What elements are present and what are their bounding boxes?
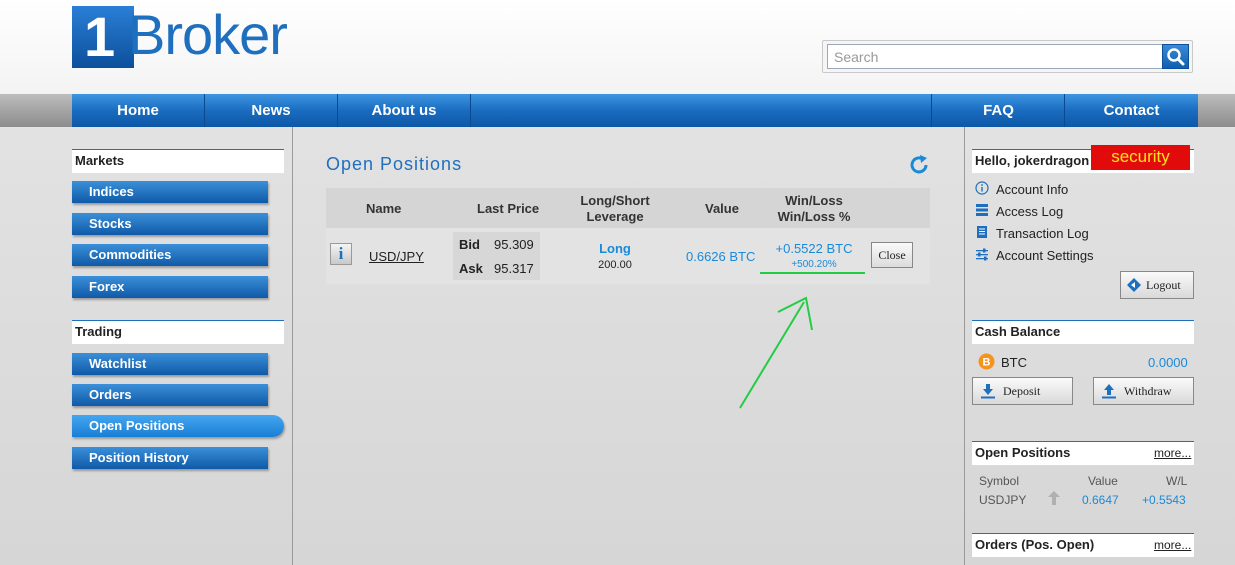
sidebar-item-indices[interactable]: Indices [72,181,268,203]
ask-price: 95.317 [494,261,534,276]
logout-label: Logout [1146,278,1181,292]
refresh-icon[interactable] [908,154,930,176]
sidebar-item-open-positions[interactable]: Open Positions [72,415,284,437]
document-icon [977,226,987,238]
sidebar-item-stocks[interactable]: Stocks [72,213,268,235]
nav-about[interactable]: About us [338,94,471,127]
upload-icon [1102,384,1116,399]
search-box [822,40,1193,73]
orders-more-link[interactable]: more... [1154,538,1191,552]
column-header-winloss-pct: Win/Loss % [777,209,851,224]
search-icon [1167,48,1185,66]
position-leverage: 200.00 [598,259,632,271]
column-header-leverage: Leverage [586,209,644,224]
markets-heading: Markets [72,149,284,173]
main-nav: Home News About us FAQ Contact [0,94,1235,127]
nav-news[interactable]: News [205,94,338,127]
sidebar-item-commodities[interactable]: Commodities [72,244,268,266]
info-icon[interactable]: i [330,243,352,265]
cash-currency: BTC [1001,355,1027,370]
deposit-button[interactable]: Deposit [972,377,1073,405]
column-header-winloss: Win/Loss [785,193,843,208]
info-circle-icon [975,181,989,195]
column-header-name: Name [366,201,402,216]
logo-wordmark: Broker [128,3,288,66]
bid-label: Bid [459,237,480,252]
bid-price: 95.309 [494,237,534,252]
ask-label: Ask [459,261,483,276]
logout-icon [1127,278,1141,292]
search-input[interactable] [827,44,1163,69]
bitcoin-icon: B [978,353,995,370]
logout-button[interactable]: Logout [1120,271,1194,299]
open-positions-more-link[interactable]: more... [1154,446,1191,460]
page-title: Open Positions [326,154,463,174]
nav-home[interactable]: Home [72,94,205,127]
column-divider [964,127,965,565]
access-log-link[interactable]: Access Log [996,204,1063,219]
open-positions-header-symbol: Symbol [979,474,1020,488]
security-badge: security [1091,145,1190,170]
trading-heading: Trading [72,320,284,344]
svg-text:B: B [983,357,991,369]
arrow-up-icon [1048,491,1060,505]
logo-number: 1 [84,5,116,68]
withdraw-button[interactable]: Withdraw [1093,377,1194,405]
deposit-label: Deposit [1003,384,1041,398]
download-icon [981,384,995,399]
open-positions-header-wl: W/L [1166,474,1188,488]
open-position-symbol[interactable]: USDJPY [979,493,1026,507]
sidebar-item-forex[interactable]: Forex [72,276,268,298]
sidebar-item-watchlist[interactable]: Watchlist [72,353,268,375]
sidebar-item-position-history[interactable]: Position History [72,447,268,469]
column-header-value: Value [705,201,739,216]
nav-faq[interactable]: FAQ [931,94,1065,127]
annotation-arrow [739,272,865,409]
settings-sliders-icon [976,248,988,261]
cash-balance-heading: Cash Balance [972,320,1194,344]
nav-contact[interactable]: Contact [1064,94,1198,127]
position-direction: Long [599,241,631,256]
position-symbol-link[interactable]: USD/JPY [369,249,424,264]
account-info-link[interactable]: Account Info [996,182,1068,197]
column-header-last-price: Last Price [477,201,540,216]
list-icon [976,204,988,216]
sidebar-item-orders[interactable]: Orders [72,384,268,406]
position-winloss: +0.5522 BTC [775,241,853,256]
cash-value: 0.0000 [1148,355,1188,370]
column-header-long-short: Long/Short [580,193,650,208]
search-button[interactable] [1162,44,1189,69]
logo[interactable]: 1 Broker [72,3,302,68]
open-position-wl: +0.5543 [1142,493,1186,507]
transaction-log-link[interactable]: Transaction Log [996,226,1089,241]
position-value: 0.6626 BTC [686,249,756,264]
account-settings-link[interactable]: Account Settings [996,248,1094,263]
column-divider [292,127,293,565]
withdraw-label: Withdraw [1124,384,1172,398]
open-position-value: 0.6647 [1082,493,1119,507]
close-position-button[interactable]: Close [871,242,913,268]
open-positions-header-value: Value [1088,474,1118,488]
